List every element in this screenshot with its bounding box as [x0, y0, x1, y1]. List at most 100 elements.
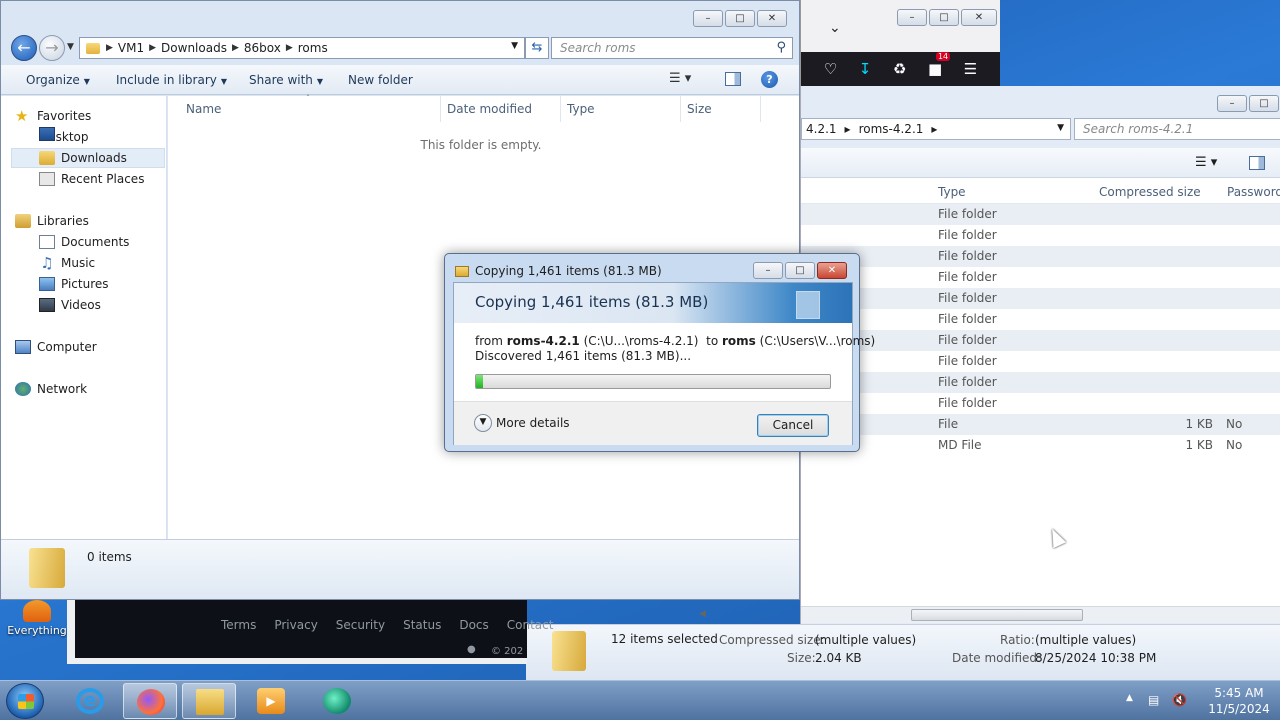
zip-table-row[interactable]: File folder: [801, 288, 1280, 309]
minimize-button[interactable]: –: [897, 9, 927, 26]
breadcrumb-separator-icon[interactable]: ▶: [106, 43, 113, 53]
column-date-modified[interactable]: Date modified: [447, 102, 532, 116]
minimize-button[interactable]: –: [1217, 95, 1247, 112]
address-dropdown-icon[interactable]: ▼: [511, 41, 518, 51]
explorer-titlebar[interactable]: – □ ✕: [1, 1, 799, 35]
destination-folder-link[interactable]: roms: [722, 334, 756, 348]
maximize-button[interactable]: □: [785, 262, 815, 279]
taskbar-internet-explorer[interactable]: e: [63, 683, 117, 719]
volume-muted-icon[interactable]: 🔇: [1172, 693, 1187, 707]
breadcrumb-vm1[interactable]: VM1: [118, 41, 144, 55]
minimize-button[interactable]: –: [753, 262, 783, 279]
breadcrumb-separator-icon[interactable]: ▶: [232, 43, 239, 53]
column-type[interactable]: Type: [567, 102, 595, 116]
preview-pane-icon[interactable]: [725, 72, 741, 86]
column-password[interactable]: Password: [1227, 185, 1280, 199]
minimize-button[interactable]: –: [693, 10, 723, 27]
nav-recent-places[interactable]: Recent Places: [39, 169, 144, 189]
maximize-button[interactable]: □: [1249, 95, 1279, 112]
search-input[interactable]: Search roms ⚲: [551, 37, 793, 59]
zip-table-row[interactable]: File folder: [801, 204, 1280, 225]
extensions-icon[interactable]: ♻: [893, 60, 906, 78]
taskbar-app[interactable]: [310, 683, 364, 719]
footer-link[interactable]: Terms: [221, 618, 256, 632]
close-button[interactable]: ✕: [817, 262, 847, 279]
new-folder-button[interactable]: New folder: [348, 73, 413, 87]
column-compressed-size[interactable]: Compressed size: [1099, 185, 1201, 199]
nav-network[interactable]: Network: [15, 379, 87, 399]
column-divider[interactable]: [760, 96, 761, 122]
column-divider[interactable]: [680, 96, 681, 122]
maximize-button[interactable]: □: [725, 10, 755, 27]
breadcrumb-separator-icon[interactable]: ▶: [286, 43, 293, 53]
taskbar-firefox[interactable]: [123, 683, 177, 719]
download-icon[interactable]: ↧: [859, 60, 872, 78]
taskbar-media-player[interactable]: ▶: [244, 683, 298, 719]
zip-table-row[interactable]: File folder: [801, 372, 1280, 393]
network-tray-icon[interactable]: ▤: [1148, 693, 1159, 707]
nav-downloads[interactable]: Downloads: [11, 148, 165, 168]
zip-table-row[interactable]: File folder: [801, 393, 1280, 414]
nav-pictures[interactable]: Pictures: [39, 274, 109, 294]
include-in-library-button[interactable]: Include in library ▼: [116, 73, 227, 87]
breadcrumb-86box[interactable]: 86box: [244, 41, 281, 55]
source-folder-link[interactable]: roms-4.2.1: [507, 334, 580, 348]
cancel-button[interactable]: Cancel: [757, 414, 829, 437]
recent-pages-dropdown-icon[interactable]: ▼: [67, 42, 74, 52]
breadcrumb-roms[interactable]: roms: [298, 41, 328, 55]
address-dropdown-icon[interactable]: ▼: [1057, 123, 1064, 133]
close-button[interactable]: ✕: [757, 10, 787, 27]
breadcrumb-item[interactable]: roms-4.2.1: [859, 122, 924, 136]
footer-link[interactable]: Privacy: [274, 618, 317, 632]
zip-search-input[interactable]: Search roms-4.2.1: [1074, 118, 1280, 140]
nav-computer[interactable]: Computer: [15, 337, 97, 357]
zip-table-row[interactable]: File folder: [801, 267, 1280, 288]
zip-address-bar[interactable]: 4.2.1 ▸ roms-4.2.1 ▸ ▼: [801, 118, 1071, 140]
breadcrumb-separator-icon[interactable]: ▶: [149, 43, 156, 53]
scroll-left-arrow-icon[interactable]: ◀: [699, 609, 706, 619]
menu-icon[interactable]: ☰: [964, 60, 977, 78]
tab-list-chevron-icon[interactable]: ⌄: [829, 20, 841, 36]
ublock-icon[interactable]: ■ 14: [928, 52, 951, 78]
breadcrumb-downloads[interactable]: Downloads: [161, 41, 227, 55]
back-button[interactable]: ←: [11, 35, 37, 61]
column-name[interactable]: Name: [186, 102, 221, 116]
search-icon[interactable]: ⚲: [776, 40, 786, 55]
nav-videos[interactable]: Videos: [39, 295, 101, 315]
column-type[interactable]: Type: [938, 185, 966, 199]
column-divider[interactable]: [440, 96, 441, 122]
column-size[interactable]: Size: [687, 102, 712, 116]
share-with-button[interactable]: Share with ▼: [249, 73, 323, 87]
organize-button[interactable]: Organize ▼: [26, 73, 90, 87]
nav-favorites[interactable]: ★ Favorites: [15, 106, 91, 126]
breadcrumb-item[interactable]: 4.2.1: [806, 122, 837, 136]
close-button[interactable]: ✕: [961, 9, 997, 26]
zip-table-row[interactable]: File folder: [801, 225, 1280, 246]
zip-table-row[interactable]: File folder: [801, 309, 1280, 330]
nav-documents[interactable]: Documents: [39, 232, 129, 252]
maximize-button[interactable]: □: [929, 9, 959, 26]
show-hidden-icons-icon[interactable]: ▲: [1126, 693, 1133, 703]
address-bar[interactable]: ▶ VM1 ▶ Downloads ▶ 86box ▶ roms ▼: [79, 37, 525, 59]
change-view-icon[interactable]: ☰ ▾: [669, 71, 691, 86]
refresh-button[interactable]: ⇆: [525, 37, 549, 59]
zip-table-row[interactable]: MD File 1 KB No: [801, 435, 1280, 456]
footer-link[interactable]: Docs: [459, 618, 488, 632]
column-divider[interactable]: [560, 96, 561, 122]
dialog-titlebar[interactable]: Copying 1,461 items (81.3 MB): [455, 264, 662, 278]
forward-button[interactable]: →: [39, 35, 65, 61]
footer-link[interactable]: Status: [403, 618, 441, 632]
start-button[interactable]: [6, 683, 44, 719]
horizontal-scrollbar[interactable]: ◀: [699, 606, 1280, 623]
nav-music[interactable]: ♫ Music: [39, 253, 95, 273]
nav-desktop[interactable]: Desktop: [39, 127, 89, 147]
footer-link[interactable]: Security: [336, 618, 385, 632]
preview-pane-icon[interactable]: [1249, 156, 1265, 170]
zip-table-row[interactable]: File 1 KB No: [801, 414, 1280, 435]
zip-table-row[interactable]: File folder: [801, 351, 1280, 372]
more-details-toggle[interactable]: ▼ More details: [474, 414, 570, 432]
nav-libraries[interactable]: Libraries: [15, 211, 89, 231]
taskbar-explorer[interactable]: [182, 683, 236, 719]
help-icon[interactable]: ?: [761, 71, 778, 88]
clock[interactable]: 5:45 AM 11/5/2024: [1204, 685, 1274, 717]
